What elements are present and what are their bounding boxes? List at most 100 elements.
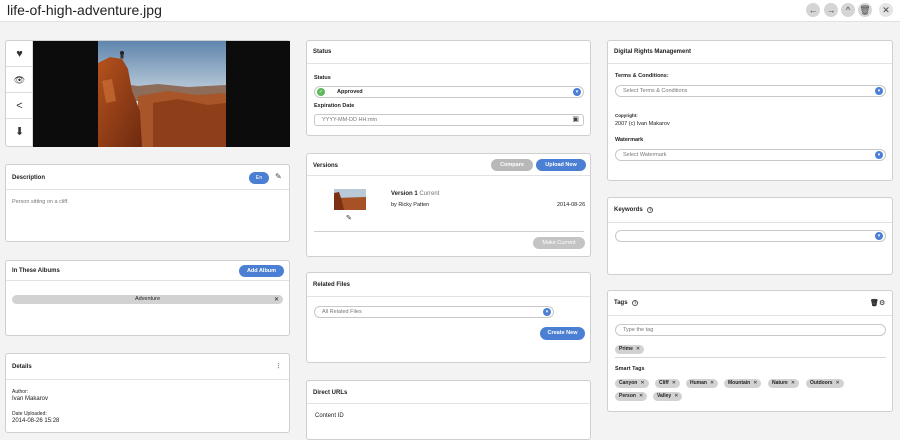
language-button[interactable]: En xyxy=(249,172,269,184)
preview-image[interactable] xyxy=(98,41,226,147)
smart-tag-label: Nature xyxy=(772,380,788,386)
drag-handle-icon[interactable]: ⋮ xyxy=(275,362,282,370)
tag-chip: Prime ✕ xyxy=(615,345,645,354)
settings-icon[interactable]: ⚙ xyxy=(879,299,885,307)
description-text[interactable]: Person sitting on a cliff. xyxy=(12,199,69,205)
share-button[interactable]: < xyxy=(6,93,33,119)
like-button[interactable]: ♥ xyxy=(6,41,33,67)
terms-label: Terms & Conditions: xyxy=(615,73,669,79)
albums-header: In These Albums Add Album xyxy=(6,261,289,281)
preview-panel: ♥ 👁 < ⬇ xyxy=(5,40,290,147)
version-name: Version 1 xyxy=(391,191,418,197)
related-header: Related Files xyxy=(307,273,590,297)
dropdown-icon: ▾ xyxy=(875,232,883,240)
tag-input[interactable]: Type the tag xyxy=(615,324,886,336)
dropdown-icon: ▾ xyxy=(543,308,551,316)
smart-tag-chip: Valley ✕ xyxy=(653,392,683,401)
description-title: Description xyxy=(12,175,46,181)
trash-icon: 🗑 xyxy=(859,5,871,15)
upload-new-button[interactable]: Upload New xyxy=(536,159,586,171)
uploaded-value: 2014-08-26 15:28 xyxy=(12,418,60,424)
smart-tag-label: Mountain xyxy=(728,380,751,386)
keywords-title: Keywords ? xyxy=(614,207,654,213)
next-button[interactable]: → xyxy=(824,3,838,17)
keywords-select[interactable]: ▾ xyxy=(615,230,886,242)
tag-label: Prime xyxy=(619,346,633,352)
version-current: Current xyxy=(419,191,440,197)
create-new-button[interactable]: Create New xyxy=(540,327,585,340)
remove-tag-icon[interactable]: ✕ xyxy=(640,380,644,386)
help-icon[interactable]: ? xyxy=(647,207,654,213)
top-bar: life-of-high-adventure.jpg ← → ^ 🗑 ✕ xyxy=(0,0,900,22)
expiration-placeholder: YYYY-MM-DD HH:mm xyxy=(322,117,378,123)
tag-input-placeholder: Type the tag xyxy=(623,327,654,333)
tags-panel: Tags ? 🗑 ⚙ Type the tag Prime ✕ Smart Tag… xyxy=(607,290,893,412)
details-panel: Details ⋮ Author: Ivan Makarov Date Uplo… xyxy=(5,353,290,433)
calendar-icon[interactable]: ▣ xyxy=(572,115,579,125)
watermark-select[interactable]: Select Watermark ▾ xyxy=(615,149,886,161)
direct-urls-header: Direct URLs xyxy=(307,381,590,404)
keywords-title-text: Keywords xyxy=(614,207,643,213)
status-select[interactable]: ✓ Approved ▾ xyxy=(314,86,584,98)
check-circle-icon: ✓ xyxy=(317,88,325,96)
make-current-button[interactable]: Make Current xyxy=(533,237,585,249)
share-icon: < xyxy=(16,100,23,112)
status-panel: Status Status ✓ Approved ▾ Expiration Da… xyxy=(306,40,591,136)
album-chip: Adventure ✕ xyxy=(12,295,283,304)
dropdown-icon: ▾ xyxy=(573,88,581,96)
help-icon[interactable]: ? xyxy=(632,300,639,306)
smart-tag-chip: Outdoors ✕ xyxy=(806,379,844,388)
close-button[interactable]: ✕ xyxy=(879,3,893,17)
drm-header: Digital Rights Management xyxy=(608,41,892,64)
version-thumbnail[interactable] xyxy=(334,189,366,210)
expiration-input[interactable]: YYYY-MM-DD HH:mm ▣ xyxy=(314,114,584,126)
albums-panel: In These Albums Add Album Adventure ✕ xyxy=(5,260,290,336)
download-button[interactable]: ⬇ xyxy=(6,119,33,145)
related-placeholder: All Related Files xyxy=(322,309,362,315)
dropdown-icon: ▾ xyxy=(875,151,883,159)
up-button[interactable]: ^ xyxy=(841,3,855,17)
view-button[interactable]: 👁 xyxy=(6,67,33,93)
compare-button[interactable]: Compare xyxy=(491,159,533,171)
delete-button[interactable]: 🗑 xyxy=(858,3,872,17)
edit-version-icon[interactable]: ✎ xyxy=(346,214,352,222)
expiration-label: Expiration Date xyxy=(314,103,355,109)
related-files-select[interactable]: All Related Files ▾ xyxy=(314,306,554,318)
smart-tag-label: Canyon xyxy=(619,380,638,386)
remove-tag-icon[interactable]: ✕ xyxy=(636,346,640,352)
eye-icon: 👁 xyxy=(13,75,26,85)
prev-button[interactable]: ← xyxy=(806,3,820,17)
heart-icon: ♥ xyxy=(16,48,23,60)
divider xyxy=(615,357,886,358)
remove-tag-icon[interactable]: ✕ xyxy=(710,380,714,386)
details-title: Details xyxy=(12,364,32,370)
close-icon: ✕ xyxy=(882,5,890,15)
remove-tag-icon[interactable]: ✕ xyxy=(674,393,678,399)
smart-tag-chip: Cliff ✕ xyxy=(655,379,680,388)
drm-title: Digital Rights Management xyxy=(614,49,692,55)
preview-actions: ♥ 👁 < ⬇ xyxy=(6,41,33,147)
album-name: Adventure xyxy=(134,296,161,302)
status-title: Status xyxy=(313,49,332,55)
terms-select[interactable]: Select Terms & Conditions ▾ xyxy=(615,85,886,97)
remove-tag-icon[interactable]: ✕ xyxy=(836,380,840,386)
smart-tag-chip: Human ✕ xyxy=(686,379,719,388)
chevron-up-icon: ^ xyxy=(845,5,851,15)
remove-tag-icon[interactable]: ✕ xyxy=(753,380,757,386)
tags-title-text: Tags xyxy=(614,300,628,306)
remove-album-icon[interactable]: ✕ xyxy=(274,296,279,303)
image-viewer xyxy=(33,41,290,147)
remove-tag-icon[interactable]: ✕ xyxy=(672,380,676,386)
smart-tag-chip: Mountain ✕ xyxy=(724,379,762,388)
trash-icon[interactable]: 🗑 xyxy=(870,299,879,307)
remove-tag-icon[interactable]: ✕ xyxy=(791,380,795,386)
versions-panel: Versions Compare Upload New ✎ Version 1 … xyxy=(306,153,591,257)
albums-title: In These Albums xyxy=(12,268,60,274)
add-album-button[interactable]: Add Album xyxy=(239,265,284,277)
author-label: Author: xyxy=(12,389,29,395)
remove-tag-icon[interactable]: ✕ xyxy=(639,393,643,399)
smart-tag-chip: Canyon ✕ xyxy=(615,379,649,388)
drm-panel: Digital Rights Management Terms & Condit… xyxy=(607,40,893,181)
keywords-panel: Keywords ? ▾ xyxy=(607,197,893,275)
pencil-icon[interactable]: ✎ xyxy=(275,172,282,181)
